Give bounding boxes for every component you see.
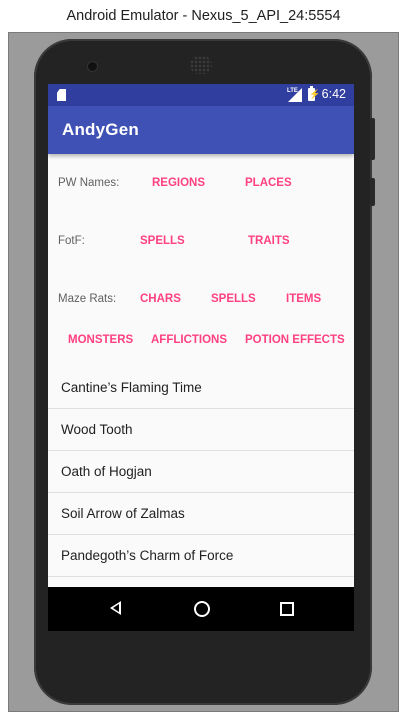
front-camera [87,61,98,72]
earpiece-speaker [190,56,212,74]
pw-regions-button[interactable]: REGIONS [152,177,205,189]
maze-afflictions-button[interactable]: AFFLICTIONS [151,334,227,346]
list-item[interactable]: Pandegoth’s Charm of Force [48,535,354,577]
maze-spells-button[interactable]: SPELLS [211,293,256,305]
list-item[interactable]: Wood Tooth [48,409,354,451]
battery-icon: ⚡ [308,86,320,101]
list-item[interactable]: Oath of Hogjan [48,451,354,493]
maze-rats-label: Maze Rats: [58,293,117,305]
charging-bolt-icon: ⚡ [309,89,321,99]
maze-items-button[interactable]: ITEMS [286,293,321,305]
emulator-window-title: Android Emulator - Nexus_5_API_24:5554 [0,0,407,32]
pw-names-label: PW Names: [58,177,120,189]
navigation-bar [48,587,354,631]
maze-potion-effects-button[interactable]: POTION EFFECTS [245,334,345,346]
home-icon[interactable] [194,601,210,617]
app-title: AndyGen [62,120,139,139]
maze-chars-button[interactable]: CHARS [140,293,181,305]
app-toolbar: AndyGen [48,106,354,154]
network-type-label: LTE [287,88,298,94]
recents-icon[interactable] [280,602,294,616]
volume-button[interactable] [370,118,375,160]
status-bar: LTE ⚡ 6:42 [48,84,354,106]
pw-places-button[interactable]: PLACES [245,177,292,189]
results-list: Cantine’s Flaming Time Wood Tooth Oath o… [48,367,354,577]
device-screen: LTE ⚡ 6:42 AndyGen PW Names: REGIONS PLA… [48,84,354,631]
status-time: 6:42 [321,87,346,101]
sd-card-icon [57,89,66,101]
main-content: PW Names: REGIONS PLACES FotF: SPELLS TR… [48,154,354,587]
fotf-spells-button[interactable]: SPELLS [140,235,185,247]
list-item[interactable]: Soil Arrow of Zalmas [48,493,354,535]
back-icon-inner [113,604,119,612]
fotf-label: FotF: [58,235,85,247]
list-item[interactable]: Cantine’s Flaming Time [48,367,354,409]
fotf-traits-button[interactable]: TRAITS [248,235,290,247]
maze-monsters-button[interactable]: MONSTERS [68,334,133,346]
power-button[interactable] [370,178,375,206]
